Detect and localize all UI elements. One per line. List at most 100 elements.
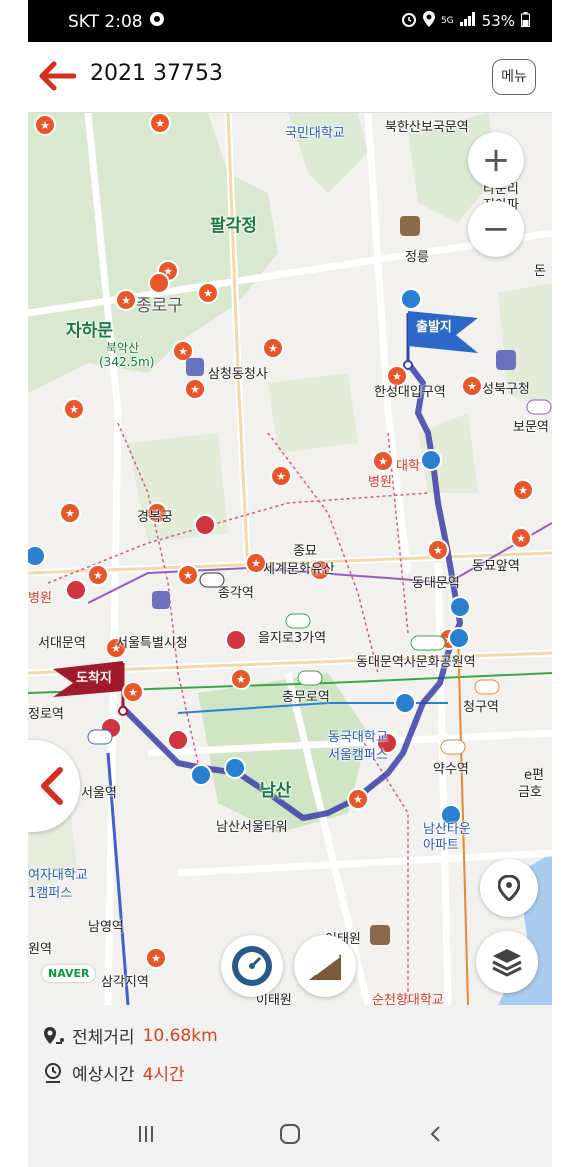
naver-logo: NAVER [42,965,96,982]
svg-text:★: ★ [516,532,526,545]
slope-icon [309,954,341,980]
map-label: 서울역 [81,786,117,801]
map-label: 북한산보국문역 [385,120,469,135]
plus-icon: + [481,140,511,180]
recent-apps-icon [139,1126,153,1142]
route-summary-panel: 전체거리 10.68km 예상시간 4시간 [28,1005,552,1100]
map-label: 동묘앞역 [472,559,520,574]
svg-text:★: ★ [155,117,165,130]
map-label: 동국대학교 [328,730,388,745]
battery-percent: 53% [481,12,515,30]
map-label: 자하문 [66,321,113,341]
map-label: 경복궁 [137,510,173,525]
back-arrow-button[interactable] [38,60,77,92]
alarm-icon [401,11,417,31]
time-row: 예상시간 4시간 [42,1060,185,1085]
map-label: 한성대입구역 [374,385,446,400]
system-back-button[interactable] [416,1118,456,1150]
system-nav-bar [28,1100,552,1167]
map-label: 을지로3가역 [258,631,327,646]
svg-text:★: ★ [251,557,261,570]
svg-text:★: ★ [276,470,286,483]
zoom-in-button[interactable]: + [468,132,524,188]
map-label: 서울특별시청 [116,636,188,651]
map-label: 북악산 [106,341,140,355]
my-location-button[interactable] [480,859,538,917]
speedometer-button[interactable] [221,935,283,997]
time-value: 4시간 [142,1065,185,1085]
map-label: 청구역 [463,700,499,715]
svg-text:★: ★ [353,793,363,806]
end-flag-label: 도착지 [76,671,112,686]
map-label: 남산서울타워 [216,820,288,835]
map-label: 종각역 [218,586,254,601]
menu-button[interactable]: 메뉴 [492,59,536,95]
svg-text:★: ★ [128,686,138,699]
map-label: 동대문역사문화공원역 [356,655,476,670]
map-label: 팔각정 [210,216,257,236]
page-title: 2021 37753 [90,61,223,86]
svg-text:★: ★ [236,673,246,686]
recent-apps-button[interactable] [126,1118,166,1150]
route-distance-icon [44,1026,64,1044]
svg-text:★: ★ [40,119,50,132]
map-label: 병원 [28,591,52,606]
map-label: 동대문역 [412,576,460,591]
svg-text:★: ★ [183,569,193,582]
distance-label: 전체거리 [72,1028,135,1048]
svg-text:★: ★ [93,569,103,582]
svg-text:★: ★ [268,342,278,355]
map-label: 보문역 [513,420,549,435]
map-label: 세계문화유산 [263,562,335,577]
side-panel-toggle-button[interactable] [28,740,80,832]
svg-text:★: ★ [433,544,443,557]
app-frame: SKT 2:08 5G 53% 2021 37753 메뉴 ★ ★ ★ ★ ★ … [28,0,552,1167]
map-label: 여자대학교 [28,868,88,883]
network-type: 5G [440,16,454,26]
home-button[interactable] [270,1118,310,1150]
svg-text:★: ★ [203,287,213,300]
start-flag-label: 출발지 [416,320,452,335]
map-label: 국민대학교 [285,126,345,141]
map-label: 삼청동청사 [208,367,268,382]
minus-icon: − [481,209,511,249]
map-label: 약수역 [433,762,469,777]
map-label: 정로역 [28,707,64,722]
signal-icon [459,12,476,30]
speedometer-icon [232,946,272,986]
map-label: 대학 [396,459,420,474]
elevation-button[interactable] [294,935,356,997]
location-icon [422,11,435,31]
status-bar: SKT 2:08 5G 53% [28,0,552,42]
time-label: 예상시간 [72,1065,135,1085]
map-label: 1캠퍼스 [28,886,73,901]
map-label: 남산 [260,781,292,801]
map-label: 충무로역 [282,690,330,705]
zoom-out-button[interactable]: − [468,201,524,257]
map-label: 원역 [28,942,52,957]
map-label: 서울캠퍼스 [328,748,388,763]
svg-text:★: ★ [467,380,477,393]
map-label: 아파트 [423,838,459,853]
svg-text:★: ★ [190,383,200,396]
svg-text:★: ★ [178,345,188,358]
svg-text:★: ★ [151,952,161,965]
svg-text:★: ★ [378,455,388,468]
map-label: 남영역 [88,920,124,935]
back-chevron-icon [430,1126,440,1142]
map-label: 성북구청 [482,382,530,397]
battery-icon [521,11,530,31]
arrow-left-icon [39,61,77,91]
map-label: 정릉 [405,250,429,265]
distance-row: 전체거리 10.68km [42,1023,218,1048]
map-layers-button[interactable] [476,931,538,993]
svg-text:★: ★ [69,403,79,416]
map-label: 삼각지역 [101,975,149,990]
map-label: 순천향대학교 [372,993,444,1005]
svg-text:★: ★ [65,507,75,520]
distance-value: 10.68km [142,1025,218,1046]
map-label: (342.5m) [99,355,155,369]
map-view[interactable]: ★★★ ★★★ ★★★ ★★★ ★★★ ★★★ ★★★ ★★★ ★★★ ★ [28,113,552,1005]
map-label: 서대문역 [38,636,86,651]
location-pin-icon [498,875,520,901]
